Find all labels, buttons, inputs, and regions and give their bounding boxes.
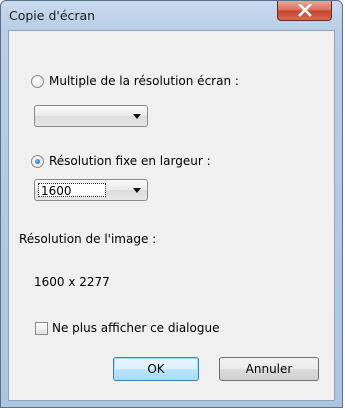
dialog-window: Copie d'écran Multiple de la résolution …: [0, 0, 343, 408]
close-button[interactable]: [277, 1, 332, 21]
radio-multiple-row[interactable]: Multiple de la résolution écran :: [31, 74, 239, 88]
close-icon: [298, 4, 312, 17]
radio-fixed-row[interactable]: Résolution fixe en largeur :: [31, 154, 211, 168]
dont-show-label: Ne plus afficher ce dialogue: [52, 321, 220, 335]
fixed-width-dropdown[interactable]: 1600: [34, 179, 148, 201]
radio-multiple-label: Multiple de la résolution écran :: [49, 74, 239, 88]
dont-show-checkbox[interactable]: [35, 321, 48, 335]
title-bar[interactable]: Copie d'écran: [1, 1, 342, 29]
fixed-width-value: 1600: [38, 183, 106, 198]
window-title: Copie d'écran: [9, 8, 96, 23]
multiple-dropdown[interactable]: [34, 105, 148, 127]
radio-multiple[interactable]: [31, 74, 44, 88]
radio-fixed[interactable]: [31, 154, 44, 168]
radio-fixed-label: Résolution fixe en largeur :: [49, 154, 211, 168]
resolution-label: Résolution de l'image :: [19, 232, 157, 246]
chevron-down-icon: [133, 114, 141, 119]
ok-button[interactable]: OK: [113, 357, 199, 381]
resolution-value: 1600 x 2277: [34, 275, 110, 289]
dialog-content: Multiple de la résolution écran : Résolu…: [8, 30, 335, 401]
chevron-down-icon: [133, 188, 141, 193]
cancel-button[interactable]: Annuler: [219, 357, 319, 381]
dont-show-row[interactable]: Ne plus afficher ce dialogue: [35, 321, 219, 335]
